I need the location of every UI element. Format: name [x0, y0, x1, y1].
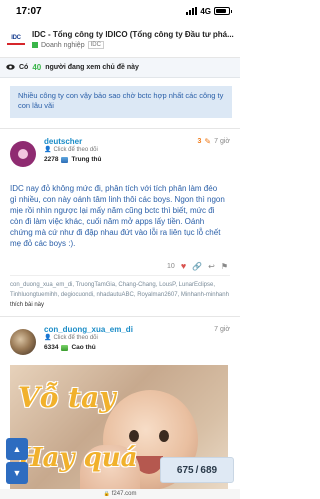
scroll-down-button[interactable]: ▼ — [6, 462, 28, 484]
topic-tag[interactable]: IDC — [87, 41, 104, 49]
quoted-text: Nhiều công ty con vậy bảo sao chờ bctc h… — [10, 86, 232, 118]
post-time[interactable]: 7 giờ — [214, 326, 230, 333]
rank-label: Trung thủ — [71, 156, 102, 163]
follow-hint[interactable]: 👤 Click để theo dõi — [44, 334, 230, 342]
viewer-suffix: người đang xem chủ đề này — [45, 64, 139, 71]
rank-icon — [61, 156, 69, 163]
viewer-prefix: Có — [19, 64, 29, 71]
post-divider — [0, 128, 240, 129]
post-header: con_duong_xua_em_di 7 giờ 👤 Click để the… — [10, 325, 230, 355]
topic-meta: Doanh nghiệp IDC — [32, 41, 234, 49]
viewer-bar: Có 40 người đang xem chủ đề này — [0, 58, 240, 78]
reply-number[interactable]: 3 — [198, 138, 202, 145]
current-post: 675 — [176, 464, 194, 476]
pencil-icon[interactable]: ✎ — [204, 137, 211, 146]
battery-icon — [214, 7, 232, 15]
post-body: IDC nay đỏ không mức đi, phân tích với t… — [10, 184, 225, 248]
post-info: con_duong_xua_em_di 7 giờ 👤 Click để the… — [44, 325, 230, 351]
post-header: deutscher 3 ✎ 7 giờ 👤 Click để theo dõi … — [10, 137, 230, 167]
status-indicators: 4G — [186, 6, 232, 16]
like-count[interactable]: 10 — [167, 263, 175, 270]
stat-count: 6334 — [44, 344, 59, 351]
likers-list: con_duong_xua_em_di, TruongTamGia, Chang… — [10, 275, 230, 310]
person-icon: 👤 — [44, 335, 52, 341]
scroll-up-button[interactable]: ▲ — [6, 438, 28, 460]
post-info: deutscher 3 ✎ 7 giờ 👤 Click để theo dõi … — [44, 137, 230, 163]
eye-icon — [6, 63, 15, 72]
browser-url-bar[interactable]: 🔒 f247.com — [0, 489, 240, 499]
avatar[interactable] — [10, 329, 36, 355]
status-bar: 17:07 4G — [0, 0, 240, 22]
url-text: f247.com — [111, 491, 137, 497]
post-deutscher: deutscher 3 ✎ 7 giờ 👤 Click để theo dõi … — [0, 137, 240, 310]
lock-icon: 🔒 — [103, 491, 110, 497]
rank-icon — [61, 344, 69, 351]
topic-title[interactable]: IDC - Tổng công ty IDICO (Tổng công ty Đ… — [32, 30, 234, 39]
post-actions: 10 ♥ 🔗 ↩ ⚑ — [10, 261, 230, 271]
avatar[interactable] — [10, 141, 36, 167]
total-posts: 689 — [200, 464, 218, 476]
post-divider — [0, 316, 240, 317]
user-stats: 6334 Cao thủ — [44, 344, 230, 351]
category-link[interactable]: Doanh nghiệp — [41, 42, 85, 49]
user-stats: 2278 Trung thủ — [44, 156, 230, 163]
post-time-group: 3 ✎ 7 giờ — [198, 137, 231, 146]
follow-hint[interactable]: 👤 Click để theo dõi — [44, 146, 230, 154]
username[interactable]: con_duong_xua_em_di — [44, 325, 133, 334]
topic-header[interactable]: IDC IDC - Tổng công ty IDICO (Tổng công … — [0, 22, 240, 58]
category-color-icon — [32, 42, 38, 48]
chevron-up-icon: ▲ — [12, 444, 22, 454]
meme-text-line1: Vỗ tay — [18, 381, 116, 414]
post-time[interactable]: 7 giờ — [214, 138, 230, 145]
topic-text: IDC - Tổng công ty IDICO (Tổng công ty Đ… — [32, 30, 234, 49]
stat-count: 2278 — [44, 156, 59, 163]
company-logo: IDC — [6, 32, 26, 48]
signal-icon — [186, 7, 198, 15]
heart-icon[interactable]: ♥ — [181, 261, 186, 271]
likers-suffix: thích bài này — [10, 302, 45, 308]
progress-separator: / — [195, 464, 199, 476]
rank-label: Cao thủ — [71, 344, 96, 351]
flag-icon[interactable]: ⚑ — [221, 262, 228, 271]
link-icon[interactable]: 🔗 — [192, 262, 202, 271]
meme-text-line2: Hay quá — [18, 443, 138, 473]
network-label: 4G — [200, 6, 211, 16]
chevron-down-icon: ▼ — [12, 468, 22, 478]
post-progress[interactable]: 675 / 689 — [160, 457, 234, 483]
viewer-count: 40 — [32, 63, 42, 72]
person-icon: 👤 — [44, 147, 52, 153]
likers-names[interactable]: con_duong_xua_em_di, TruongTamGia, Chang… — [10, 282, 229, 298]
status-time: 17:07 — [16, 5, 42, 17]
reply-icon[interactable]: ↩ — [208, 262, 215, 271]
username[interactable]: deutscher — [44, 137, 82, 146]
